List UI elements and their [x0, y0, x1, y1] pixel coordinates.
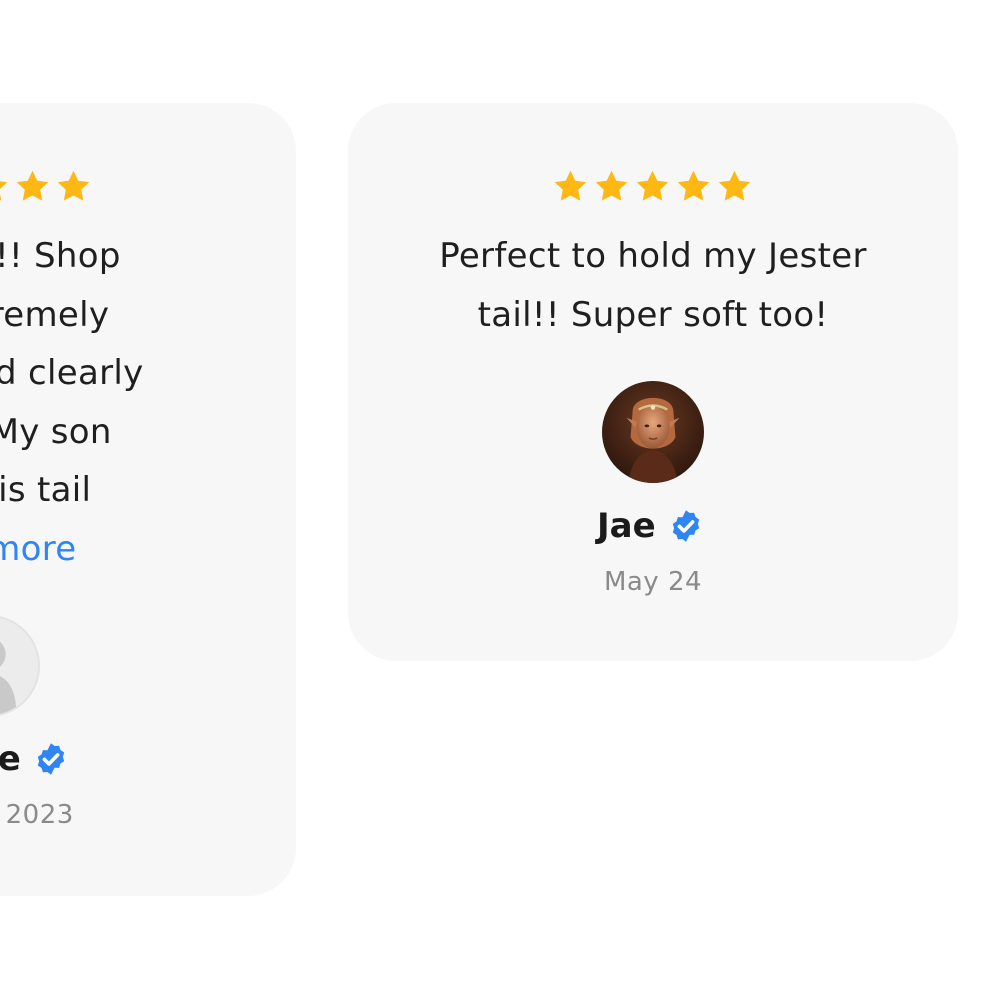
- star-rating: [552, 168, 753, 205]
- review-card: Amazing!! Shop was extremely helpful and…: [0, 103, 296, 896]
- star-icon: [677, 170, 710, 201]
- reviewer: Jae: [597, 506, 704, 546]
- reviewer: Lee: [0, 739, 69, 779]
- avatar: [0, 615, 40, 717]
- review-date: May 21, 2023: [0, 800, 74, 830]
- avatar: [602, 381, 704, 483]
- star-icon: [554, 170, 587, 201]
- review-date: May 24: [603, 567, 703, 597]
- verified-badge-icon: [37, 743, 64, 775]
- star-icon: [718, 170, 751, 201]
- review-text-line: tail!! Super soft too!: [477, 294, 829, 335]
- review-text: Perfect to hold my Jester tail!! Super s…: [348, 227, 958, 344]
- review-text-line: skilled! My son: [0, 411, 112, 452]
- review-card: Perfect to hold my Jester tail!! Super s…: [348, 103, 958, 661]
- review-text-line: helpful and clearly: [0, 353, 144, 393]
- reviewer-name: Jae: [597, 506, 656, 546]
- reviews-carousel: Amazing!! Shop was extremely helpful and…: [0, 0, 1000, 1000]
- review-text-line: Perfect to hold my Jester: [439, 236, 867, 276]
- reviewer-photo: [602, 381, 704, 483]
- review-text-line: Amazing!! Shop: [0, 236, 121, 276]
- star-icon: [595, 170, 628, 201]
- star-icon: [636, 170, 669, 201]
- review-text-line: loves his tail: [0, 470, 92, 510]
- verified-badge-icon: [672, 510, 699, 542]
- star-icon: [16, 170, 49, 201]
- review-text: Amazing!! Shop was extremely helpful and…: [0, 227, 296, 578]
- star-icon: [57, 170, 90, 201]
- star-icon: [0, 181, 8, 201]
- review-text-line: was extremely: [0, 294, 110, 335]
- user-silhouette-icon: [0, 641, 17, 715]
- read-more-link[interactable]: Read more: [0, 529, 77, 569]
- star-rating: [0, 168, 92, 205]
- reviewer-name: Lee: [0, 739, 21, 779]
